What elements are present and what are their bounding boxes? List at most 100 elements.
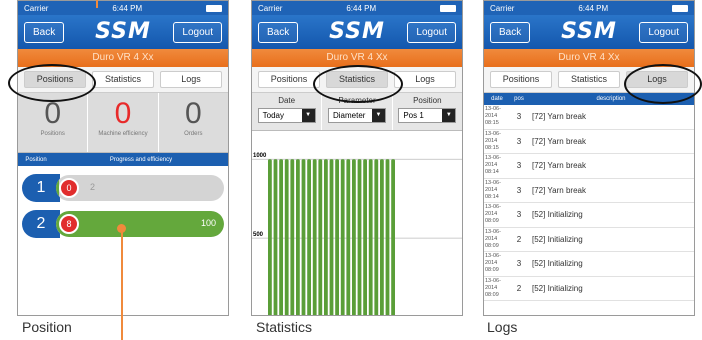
chart-bar	[296, 159, 300, 315]
chart-bar	[357, 159, 362, 315]
dropdown-arrow-icon: ▼	[442, 109, 456, 122]
progress-fill	[56, 211, 224, 237]
log-description: [52] Initializing	[532, 234, 583, 244]
position-select[interactable]: Pos 1 ▼	[398, 108, 457, 123]
log-date: 13-06-2014 08:09	[484, 253, 510, 274]
ssm-logo: SSM	[329, 19, 385, 44]
position-number: 2	[22, 210, 60, 238]
chart-bar	[374, 159, 379, 315]
log-date-day: 13-06-2014	[485, 179, 501, 193]
carrier-label: Carrier	[258, 3, 283, 13]
chart-bar	[290, 159, 295, 315]
chart-bar	[385, 159, 390, 315]
log-description: [72] Yarn break	[532, 185, 586, 195]
chart-bar	[380, 159, 384, 315]
log-date: 13-06-2014 08:15	[484, 131, 510, 152]
chart-bar	[329, 159, 334, 315]
chart-bar	[368, 159, 373, 315]
log-row[interactable]: 13-06-2014 08:09 2 [52] Initializing	[484, 228, 694, 252]
log-row[interactable]: 13-06-2014 08:14 3 [72] Yarn break	[484, 154, 694, 179]
dropdown-arrow-icon: ▼	[301, 109, 315, 122]
progress-track: 8 100	[56, 211, 224, 237]
carrier-label: Carrier	[490, 3, 515, 13]
tab-logs[interactable]: Logs	[160, 71, 222, 88]
select-value: Today	[262, 111, 285, 120]
log-position: 3	[516, 185, 522, 195]
counter-label: Machine efficiency	[98, 131, 148, 137]
log-list: 13-06-2014 08:15 3 [72] Yarn break 13-06-201…	[484, 105, 694, 301]
log-description: [72] Yarn break	[532, 136, 586, 146]
tab-positions[interactable]: Positions	[490, 71, 552, 88]
y-tick-label: 1000	[253, 153, 267, 159]
alert-badge: 8	[59, 214, 79, 234]
logout-button[interactable]: Logout	[639, 21, 688, 43]
logout-button[interactable]: Logout	[173, 21, 222, 43]
log-date-time: 08:09	[485, 242, 499, 249]
nav-bar: Back SSM Logout	[18, 15, 228, 49]
chart-bar	[273, 159, 278, 315]
log-date-time: 08:09	[485, 291, 499, 298]
back-button[interactable]: Back	[24, 21, 65, 43]
position-number: 1	[22, 174, 60, 202]
filter-title: Date	[278, 96, 296, 105]
date-filter: Date Today ▼	[252, 93, 323, 130]
date-column-header: date	[491, 96, 503, 102]
log-row[interactable]: 13-06-2014 08:15 3 [72] Yarn break	[484, 130, 694, 154]
positions-screen: Carrier 6:44 PM Back SSM Logout Duro VR …	[17, 0, 229, 316]
counter-value: 0	[114, 97, 132, 130]
tab-positions[interactable]: Positions	[258, 71, 320, 88]
log-date: 13-06-2014 08:09	[484, 278, 510, 299]
date-select[interactable]: Today ▼	[257, 108, 316, 123]
chart-bar	[301, 159, 306, 315]
progress-value: 100	[200, 218, 216, 228]
log-date: 13-06-2014 08:15	[484, 106, 510, 127]
back-button[interactable]: Back	[490, 21, 531, 43]
clock: 6:44 PM	[578, 3, 609, 13]
callout-line-top	[96, 0, 98, 8]
log-description: [52] Initializing	[532, 283, 583, 293]
tab-statistics[interactable]: Statistics	[92, 71, 154, 88]
counter-value: 0	[184, 97, 202, 130]
chart-bar	[340, 159, 345, 315]
log-row[interactable]: 13-06-2014 08:09 2 [52] Initializing	[484, 277, 694, 301]
log-row[interactable]: 13-06-2014 08:09 3 [52] Initializing	[484, 203, 694, 228]
logout-button[interactable]: Logout	[407, 21, 456, 43]
counter-orders: 0 Orders	[159, 93, 228, 152]
tab-statistics[interactable]: Statistics	[558, 71, 620, 88]
log-date-time: 08:09	[485, 267, 499, 274]
counters: 0 Positions 0 Machine efficiency 0 Order…	[18, 93, 228, 153]
ssm-logo: SSM	[95, 19, 151, 44]
chart-bar	[391, 159, 395, 315]
parameter-select[interactable]: Diameter ▼	[327, 108, 386, 123]
back-button[interactable]: Back	[258, 21, 299, 43]
log-row[interactable]: 13-06-2014 08:09 3 [52] Initializing	[484, 252, 694, 277]
chart-bar	[363, 159, 367, 315]
position-row[interactable]: 1 0 2	[22, 174, 224, 202]
log-row[interactable]: 13-06-2014 08:14 3 [72] Yarn break	[484, 179, 694, 203]
log-description: [72] Yarn break	[532, 112, 586, 122]
log-date-day: 13-06-2014	[485, 228, 501, 242]
highlight-ellipse	[8, 64, 96, 102]
select-value: Pos 1	[403, 111, 424, 120]
chart-bar	[346, 159, 351, 315]
tab-logs[interactable]: Logs	[394, 71, 456, 88]
chart-bar	[312, 159, 317, 315]
chart-bar	[324, 159, 328, 315]
progress-track: 0 2	[56, 175, 224, 201]
log-description: [72] Yarn break	[532, 161, 586, 171]
log-date-time: 08:15	[485, 144, 499, 151]
log-date-day: 13-06-2014	[485, 204, 501, 218]
chart-bar	[352, 159, 356, 315]
log-row[interactable]: 13-06-2014 08:15 3 [72] Yarn break	[484, 105, 694, 130]
log-date-day: 13-06-2014	[485, 155, 501, 169]
log-date-day: 13-06-2014	[485, 106, 501, 120]
log-date: 13-06-2014 08:09	[484, 229, 510, 250]
position-column-header: Position	[25, 156, 47, 163]
log-position: 3	[516, 210, 522, 220]
battery-icon	[440, 4, 456, 12]
y-tick-label: 500	[253, 232, 264, 238]
chart-bar	[307, 159, 311, 315]
dropdown-arrow-icon: ▼	[371, 109, 385, 122]
log-position: 2	[516, 283, 522, 293]
log-position: 3	[516, 259, 522, 269]
